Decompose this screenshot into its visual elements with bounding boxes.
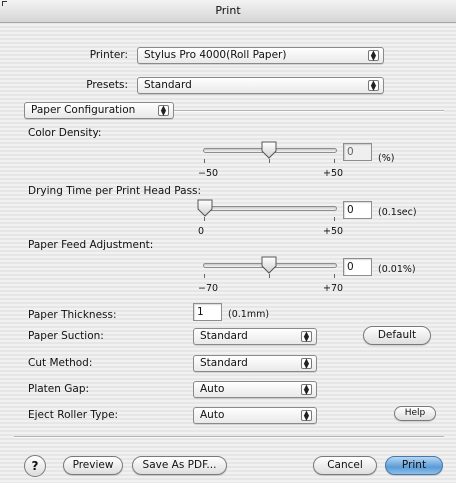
platen-gap-popup[interactable]: Auto ▲ ▼ (193, 381, 317, 398)
slider-tick (269, 274, 270, 278)
color-density-field[interactable]: 0 (343, 143, 372, 161)
slider-thumb-icon[interactable] (197, 199, 213, 217)
help-button[interactable]: Help (394, 406, 436, 421)
cut-method-popup[interactable]: Standard ▲ ▼ (193, 355, 317, 372)
paper-feed-field[interactable]: 0 (343, 258, 372, 276)
default-button[interactable]: Default (363, 326, 431, 345)
updown-arrows-icon: ▲ ▼ (301, 331, 312, 342)
section-value: Paper Configuration (31, 104, 136, 116)
color-density-min: −50 (198, 168, 219, 179)
slider-tick (204, 159, 205, 163)
paper-feed-unit: (0.01%) (378, 264, 416, 275)
paper-thickness-label: Paper Thickness: (28, 309, 117, 321)
cancel-button[interactable]: Cancel (313, 456, 377, 475)
drying-time-field[interactable]: 0 (343, 201, 372, 219)
paper-feed-min: −70 (198, 283, 219, 294)
save-as-pdf-button[interactable]: Save As PDF... (132, 456, 227, 475)
paper-suction-popup[interactable]: Standard ▲ ▼ (193, 328, 317, 345)
updown-arrows-icon: ▲ ▼ (301, 358, 312, 369)
eject-roller-value: Auto (200, 409, 225, 421)
print-button[interactable]: Print (385, 456, 443, 475)
color-density-label: Color Density: (28, 127, 102, 139)
paper-thickness-unit: (0.1mm) (228, 309, 270, 320)
slider-tick (269, 159, 270, 163)
paper-feed-max: +70 (323, 283, 344, 294)
eject-roller-label: Eject Roller Type: (28, 409, 119, 421)
color-density-unit: (%) (378, 153, 395, 164)
drying-time-unit: (0.1sec) (378, 207, 417, 218)
section-separator (172, 110, 444, 112)
slider-tick (204, 274, 205, 278)
updown-arrows-icon: ▲ ▼ (368, 80, 379, 91)
printer-popup[interactable]: Stylus Pro 4000(Roll Paper) ▲ ▼ (137, 47, 384, 64)
updown-arrows-icon: ▲ ▼ (301, 410, 312, 421)
slider-thumb-icon[interactable] (261, 256, 277, 274)
slider-tick (334, 274, 335, 278)
presets-label: Presets: (86, 79, 128, 91)
drying-time-slider-track[interactable] (203, 206, 337, 211)
paper-suction-value: Standard (200, 330, 248, 342)
platen-gap-label: Platen Gap: (28, 383, 90, 395)
window-title: Print (215, 4, 241, 17)
question-mark-icon[interactable]: ? (24, 455, 46, 477)
paper-thickness-field[interactable]: 1 (193, 303, 222, 321)
printer-value: Stylus Pro 4000(Roll Paper) (144, 49, 287, 61)
drying-time-min: 0 (198, 226, 205, 237)
presets-popup[interactable]: Standard ▲ ▼ (137, 77, 384, 94)
presets-value: Standard (144, 79, 192, 91)
cut-method-label: Cut Method: (28, 357, 93, 369)
slider-tick (334, 159, 335, 163)
updown-arrows-icon: ▲ ▼ (368, 50, 379, 61)
drying-time-max: +50 (323, 226, 344, 237)
cut-method-value: Standard (200, 357, 248, 369)
slider-tick (334, 217, 335, 221)
color-density-max: +50 (323, 168, 344, 179)
updown-arrows-icon: ▲ ▼ (301, 384, 312, 395)
eject-roller-popup[interactable]: Auto ▲ ▼ (193, 407, 317, 424)
paper-suction-label: Paper Suction: (28, 330, 104, 342)
slider-thumb-icon[interactable] (261, 141, 277, 159)
preview-button[interactable]: Preview (63, 456, 123, 475)
paper-feed-label: Paper Feed Adjustment: (28, 239, 154, 251)
drying-time-label: Drying Time per Print Head Pass: (28, 185, 202, 197)
slider-tick (204, 217, 205, 221)
bottom-separator (14, 436, 444, 438)
section-popup[interactable]: Paper Configuration ▲ ▼ (24, 102, 174, 119)
updown-arrows-icon: ▲ ▼ (158, 105, 169, 116)
printer-label: Printer: (89, 49, 128, 61)
platen-gap-value: Auto (200, 383, 225, 395)
